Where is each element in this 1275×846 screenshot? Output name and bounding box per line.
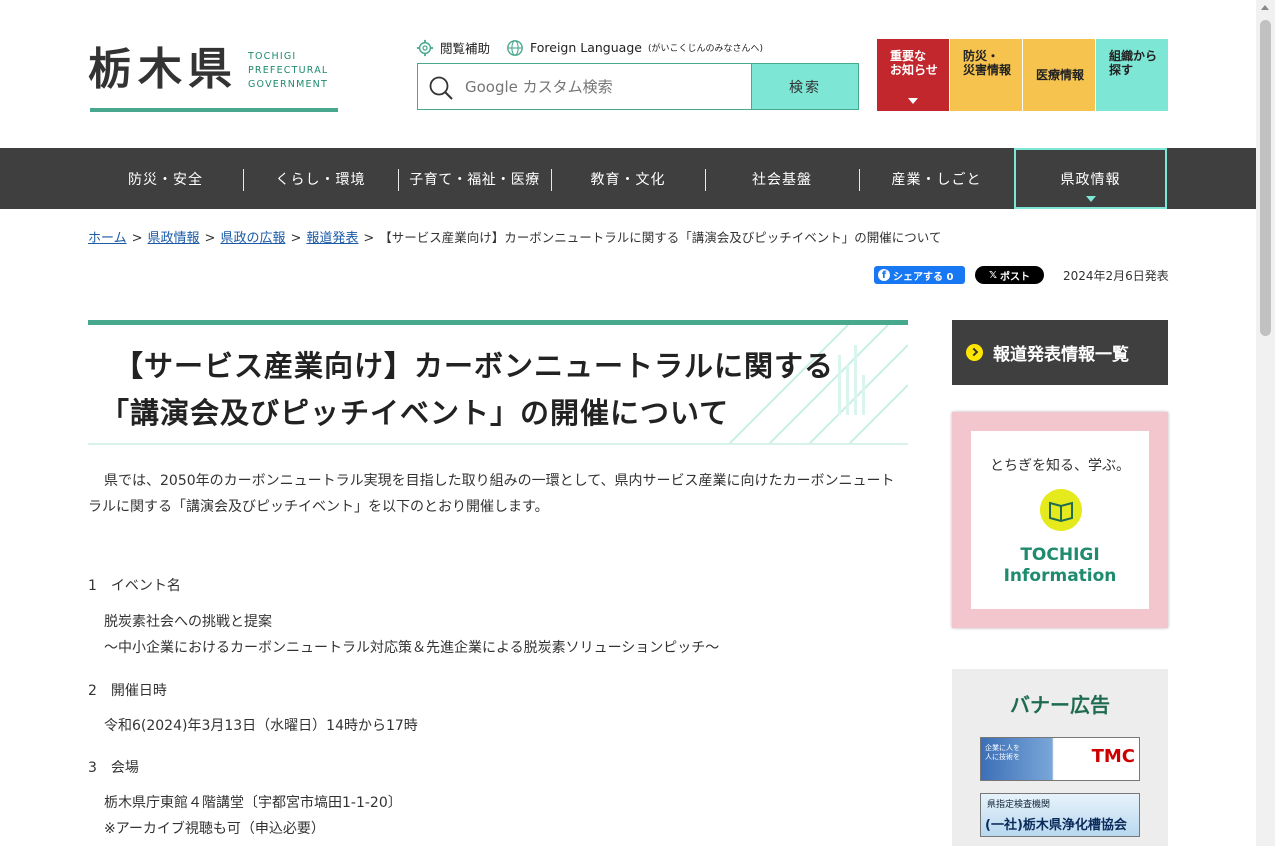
tmc-logo-text: TMC	[1091, 746, 1135, 767]
nav-item-label: 防災・安全	[128, 171, 203, 188]
search-icon	[429, 76, 453, 100]
nav-item-safety[interactable]: 防災・安全	[88, 148, 243, 209]
language-note: (がいこくじんのみなさんへ)	[647, 44, 763, 54]
nav-item-welfare[interactable]: 子育て・福祉・医療	[398, 148, 551, 209]
info-card: とちぎを知る、学ぶ。 TOCHIGI Information	[971, 431, 1149, 609]
book-icon	[1040, 489, 1082, 531]
section-text: ～中小企業におけるカーボンニュートラル対応策＆先進企業による脱炭素ソリューション…	[104, 640, 720, 656]
facebook-icon: f	[878, 269, 890, 281]
tochigi-information-banner[interactable]: とちぎを知る、学ぶ。 TOCHIGI Information	[952, 412, 1168, 628]
logo-sub-1: TOCHIGI	[248, 51, 297, 62]
breadcrumb-press[interactable]: 報道発表	[306, 231, 358, 246]
septic-banner-line-1: 県指定検査機関	[987, 800, 1051, 810]
nav-item-education[interactable]: 教育・文化	[551, 148, 705, 209]
breadcrumb-separator: >	[131, 231, 143, 246]
septic-banner-line-2: (一社)栃木県浄化槽協会	[985, 818, 1127, 833]
section-text: 令和6(2024)年3月13日（水曜日）14時から17時	[104, 718, 418, 734]
article-intro: 県では、2050年のカーボンニュートラル実現を目指した取り組みの一環として、県内…	[88, 473, 895, 515]
banner-ads: バナー広告 企業に人を 人に技術を TMC 県指定検査機関 (一社)栃木県浄化槽…	[952, 669, 1168, 846]
breadcrumb-separator: >	[363, 231, 375, 246]
scroll-up-icon[interactable]	[1261, 5, 1269, 10]
info-name-line-1: TOCHIGI	[1020, 545, 1100, 565]
chevron-down-icon	[908, 98, 918, 104]
press-release-list-label: 報道発表情報一覧	[993, 345, 1129, 365]
nav-item-living[interactable]: くらし・環境	[243, 148, 398, 209]
breadcrumb-home[interactable]: ホーム	[88, 231, 127, 246]
logo-underline	[90, 108, 338, 112]
breadcrumb-separator: >	[290, 231, 302, 246]
section-text: ※アーカイブ視聴も可（申込必要）	[104, 821, 325, 837]
info-name: TOCHIGI Information	[971, 545, 1149, 587]
info-name-line-2: Information	[1003, 566, 1117, 586]
organization-search-label: 組織から 探す	[1109, 49, 1158, 77]
vertical-scrollbar[interactable]	[1256, 0, 1275, 846]
search-button[interactable]: 検索	[751, 64, 858, 109]
nav-item-label: 教育・文化	[590, 171, 666, 188]
facebook-share-label: シェアする 0	[893, 271, 954, 283]
breadcrumb-government[interactable]: 県政情報	[148, 231, 200, 246]
banner-heading: バナー広告	[1010, 693, 1110, 717]
scrollbar-thumb[interactable]	[1260, 20, 1271, 336]
breadcrumb: ホーム > 県政情報 > 県政の広報 > 報道発表 > 【サービス産業向け】カーボンニュートラル…	[88, 227, 941, 246]
facebook-share-button[interactable]: f シェアする 0	[874, 266, 965, 284]
chevron-down-icon	[1085, 196, 1096, 202]
share-bar: f シェアする 0 𝕏 ポスト 2024年2月6日発表	[874, 266, 1169, 284]
important-notice-label: 重要な お知らせ	[890, 49, 938, 77]
nav-item-government[interactable]: 県政情報	[1014, 148, 1167, 209]
search-box	[418, 64, 751, 109]
gear-icon	[416, 39, 434, 56]
important-notice-button[interactable]: 重要な お知らせ	[877, 39, 949, 111]
nav-item-industry[interactable]: 産業・しごと	[859, 148, 1014, 209]
page-title: 【サービス産業向け】カーボンニュートラルに関する 「講演会及びピッチイベント」の…	[100, 343, 835, 437]
medical-info-button[interactable]: 医療情報	[1023, 39, 1095, 111]
language-label: Foreign Language	[530, 40, 642, 55]
septic-association-banner[interactable]: 県指定検査機関 (一社)栃木県浄化槽協会	[980, 793, 1140, 837]
search-form: 検索	[417, 63, 859, 110]
breadcrumb-separator: >	[204, 231, 216, 246]
disaster-info-label: 防災・ 災害情報	[963, 49, 1012, 77]
medical-info-label: 医療情報	[1036, 68, 1085, 82]
logo-sub-2: PREFECTURAL	[248, 65, 329, 76]
logo-text: 栃木県	[88, 44, 238, 95]
nav-item-label: くらし・環境	[275, 171, 366, 188]
accessibility-link[interactable]: 閲覧補助	[416, 38, 490, 57]
organization-search-button[interactable]: 組織から 探す	[1096, 39, 1168, 111]
nav-item-infrastructure[interactable]: 社会基盤	[705, 148, 859, 209]
section-heading: 2 開催日時	[88, 683, 167, 699]
x-post-button[interactable]: 𝕏 ポスト	[975, 266, 1044, 284]
global-nav: 防災・安全 くらし・環境 子育て・福祉・医療 教育・文化 社会基盤 産業・しごと…	[0, 148, 1256, 209]
nav-item-label: 社会基盤	[752, 171, 812, 188]
nav-item-label: 県政情報	[1060, 171, 1121, 188]
section-heading: 1 イベント名	[88, 578, 181, 594]
utility-links: 閲覧補助 Foreign Language (がいこくじんのみなさんへ)	[416, 38, 779, 57]
site-logo[interactable]: 栃木県 TOCHIGI PREFECTURAL GOVERNMENT	[88, 44, 328, 96]
accessibility-label: 閲覧補助	[440, 41, 491, 56]
section-text: 脱炭素社会への挑戦と提案	[104, 614, 272, 630]
article-title-block: 【サービス産業向け】カーボンニュートラルに関する 「講演会及びピッチイベント」の…	[88, 320, 908, 445]
quick-buttons: 重要な お知らせ 防災・ 災害情報 医療情報 組織から 探す	[877, 39, 1168, 111]
section-heading: 3 会場	[88, 760, 139, 776]
search-input[interactable]	[418, 64, 751, 109]
page-title-line-2: 「講演会及びピッチイベント」の開催について	[100, 396, 730, 430]
publish-date: 2024年2月6日発表	[1063, 268, 1169, 283]
page-title-line-1: 【サービス産業向け】カーボンニュートラルに関する	[114, 349, 835, 383]
tmc-banner-tagline: 企業に人を 人に技術を	[985, 744, 1020, 761]
tmc-banner[interactable]: 企業に人を 人に技術を TMC	[980, 737, 1140, 781]
x-post-label: ポスト	[1000, 271, 1031, 283]
section-text: 栃木県庁東館４階講堂〔宇都宮市塙田1-1-20〕	[104, 795, 402, 811]
x-icon: 𝕏	[988, 269, 998, 281]
press-release-list-link[interactable]: 報道発表情報一覧	[952, 320, 1168, 385]
logo-subtitle: TOCHIGI PREFECTURAL GOVERNMENT	[248, 50, 328, 92]
breadcrumb-pr[interactable]: 県政の広報	[220, 231, 285, 246]
disaster-info-button[interactable]: 防災・ 災害情報	[950, 39, 1022, 111]
nav-item-label: 産業・しごと	[891, 171, 982, 188]
arrow-right-icon	[966, 344, 983, 361]
logo-sub-3: GOVERNMENT	[248, 79, 328, 90]
globe-icon	[507, 39, 523, 56]
nav-item-label: 子育て・福祉・医療	[409, 171, 540, 188]
foreign-language-link[interactable]: Foreign Language (がいこくじんのみなさんへ)	[506, 39, 763, 57]
site-header: 栃木県 TOCHIGI PREFECTURAL GOVERNMENT 閲覧補助 …	[0, 0, 1256, 148]
info-tagline: とちぎを知る、学ぶ。	[990, 458, 1130, 474]
breadcrumb-current: 【サービス産業向け】カーボンニュートラルに関する「講演会及びピッチイベント」の開…	[379, 230, 942, 245]
